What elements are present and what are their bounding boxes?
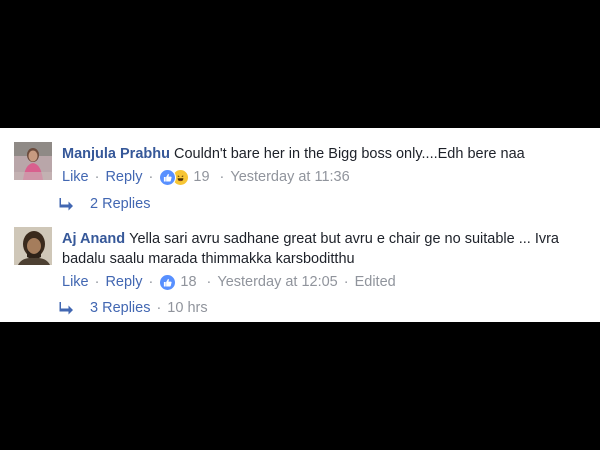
like-icon <box>159 168 177 186</box>
view-replies-link[interactable]: 3 Replies · 10 hrs <box>58 300 208 316</box>
comment-actions: Like · Reply · 18 · Yesterday at 12:05 ·… <box>62 273 590 291</box>
separator: · <box>148 169 154 185</box>
comment-author[interactable]: Manjula Prabhu <box>62 146 170 162</box>
like-link[interactable]: Like <box>62 168 89 186</box>
reply-link[interactable]: Reply <box>105 273 142 291</box>
reply-arrow-icon <box>59 198 73 211</box>
comment-body: Manjula Prabhu Couldn't bare her in the B… <box>62 144 590 186</box>
like-link[interactable]: Like <box>62 273 89 291</box>
reply-link[interactable]: Reply <box>105 168 142 186</box>
reaction-count[interactable]: 18 <box>180 273 196 291</box>
comments-panel: Manjula Prabhu Couldn't bare her in the B… <box>0 128 600 322</box>
comment-text: Yella sari avru sadhane great but avru e… <box>62 231 559 267</box>
reaction-summary[interactable] <box>159 273 177 291</box>
like-icon <box>159 273 177 291</box>
replies-count-label[interactable]: 2 Replies <box>90 196 150 212</box>
avatar[interactable] <box>14 227 52 265</box>
comment-timestamp[interactable]: Yesterday at 11:36 <box>230 168 349 186</box>
avatar-photo <box>14 142 52 180</box>
comment-timestamp[interactable]: Yesterday at 12:05 <box>217 273 337 291</box>
avatar-photo <box>14 227 52 265</box>
separator: · <box>148 274 154 290</box>
comment-text: Couldn't bare her in the Bigg boss only.… <box>173 146 525 162</box>
separator: · <box>94 169 100 185</box>
comment-body: Aj Anand Yella sari avru sadhane great bu… <box>62 229 590 291</box>
edited-label[interactable]: Edited <box>355 273 396 291</box>
comment-text-line: Aj Anand Yella sari avru sadhane great bu… <box>62 229 590 269</box>
comment-actions: Like · Reply · 19 · Yesterday at 11:36 <box>62 168 590 186</box>
comment-text-line: Manjula Prabhu Couldn't bare her in the B… <box>62 144 590 164</box>
reaction-count[interactable]: 19 <box>193 168 209 186</box>
reply-arrow-icon <box>59 302 73 315</box>
comment-author[interactable]: Aj Anand <box>62 231 125 247</box>
avatar[interactable] <box>14 142 52 180</box>
view-replies-link[interactable]: 2 Replies <box>58 196 150 212</box>
replies-count-label[interactable]: 3 Replies <box>90 300 150 316</box>
separator: · <box>94 274 100 290</box>
replies-timestamp: 10 hrs <box>167 300 208 316</box>
separator: · <box>219 169 225 185</box>
separator: · <box>206 274 212 290</box>
reaction-summary[interactable] <box>159 168 190 186</box>
separator: · <box>343 274 349 290</box>
separator: · <box>156 300 162 316</box>
